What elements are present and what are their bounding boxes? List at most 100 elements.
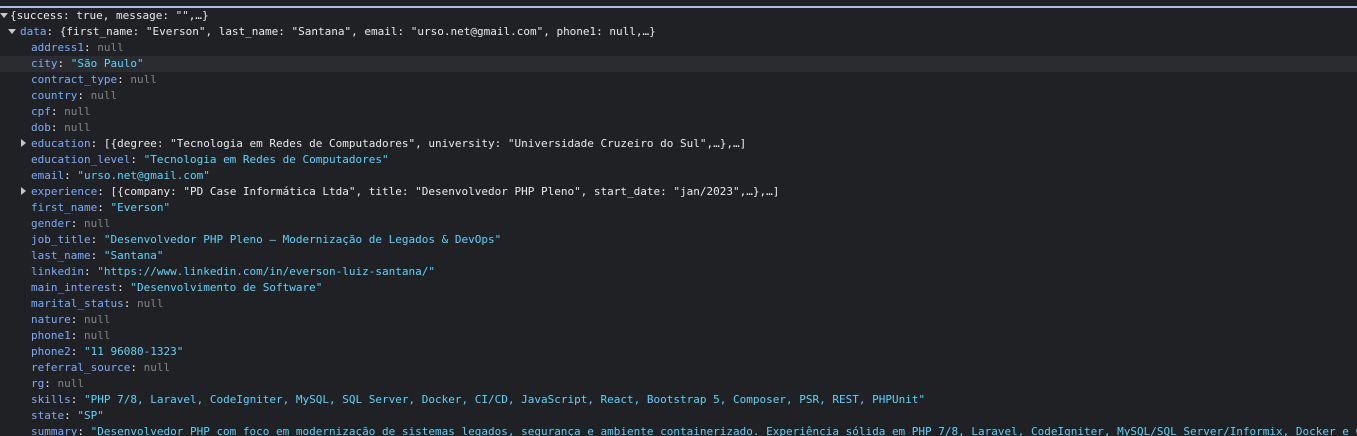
property-value: "SP": [77, 409, 104, 422]
property-value: null: [97, 41, 124, 54]
property-row-nature[interactable]: nature: null: [0, 312, 1357, 328]
data-key: data: [20, 25, 47, 38]
property-value: [{degree: "Tecnologia em Redes de Comput…: [103, 137, 747, 150]
property-key: main_interest: [31, 281, 118, 294]
property-key: referral_source: [31, 361, 131, 374]
property-colon: :: [117, 281, 131, 294]
expand-right-icon[interactable]: [21, 139, 26, 147]
property-row-phone2[interactable]: phone2: "11 96080-1323": [0, 344, 1357, 360]
property-row-email[interactable]: email: "urso.net@gmail.com": [0, 168, 1357, 184]
property-value: null: [64, 121, 91, 134]
property-colon: :: [90, 249, 104, 262]
property-row-linkedin[interactable]: linkedin: "https://www.linkedin.com/in/e…: [0, 264, 1357, 280]
property-colon: :: [44, 377, 58, 390]
property-colon: :: [57, 57, 71, 70]
property-colon: :: [83, 265, 98, 278]
property-key: cpf: [31, 105, 51, 118]
property-value: null: [57, 377, 85, 390]
property-row-address1[interactable]: address1: null: [0, 40, 1357, 56]
property-value: null: [64, 105, 91, 118]
property-key: experience: [31, 185, 98, 198]
property-value: null: [130, 73, 157, 86]
property-value: null: [84, 329, 111, 342]
property-colon: :: [50, 121, 65, 134]
property-key: summary: [31, 425, 78, 436]
property-colon: :: [97, 201, 111, 214]
property-key: first_name: [31, 201, 98, 214]
property-value: null: [90, 89, 118, 102]
property-row-skills[interactable]: skills: "PHP 7/8, Laravel, CodeIgniter, …: [0, 392, 1357, 408]
property-colon: :: [90, 137, 104, 150]
property-value: "Santana": [103, 249, 164, 262]
property-key: education: [31, 137, 91, 150]
property-row-city[interactable]: city: "São Paulo": [0, 56, 1357, 72]
property-row-phone1[interactable]: phone1: null: [0, 328, 1357, 344]
property-key: education_level: [31, 153, 131, 166]
property-row-experience[interactable]: experience: [{company: "PD Case Informát…: [0, 184, 1357, 200]
property-colon: :: [123, 297, 137, 310]
property-colon: :: [90, 233, 104, 246]
property-row-contract-type[interactable]: contract_type: null: [0, 72, 1357, 88]
property-row-state[interactable]: state: "SP": [0, 408, 1357, 424]
property-row-first-name[interactable]: first_name: "Everson": [0, 200, 1357, 216]
property-row-cpf[interactable]: cpf: null: [0, 104, 1357, 120]
property-row-dob[interactable]: dob: null: [0, 120, 1357, 136]
property-row-last-name[interactable]: last_name: "Santana": [0, 248, 1357, 264]
property-colon: :: [64, 409, 78, 422]
property-key: dob: [31, 121, 51, 134]
property-colon: :: [117, 73, 131, 86]
property-colon: :: [77, 89, 91, 102]
property-row-main-interest[interactable]: main_interest: "Desenvolvimento de Softw…: [0, 280, 1357, 296]
property-value: null: [136, 297, 164, 310]
property-value: "Desenvolvedor PHP com foco em moderniza…: [90, 425, 1357, 436]
property-value: "https://www.linkedin.com/in/everson-lui…: [97, 265, 435, 278]
property-row-education-level[interactable]: education_level: "Tecnologia em Redes de…: [0, 152, 1357, 168]
property-colon: :: [70, 313, 84, 326]
property-colon: :: [70, 393, 84, 406]
property-value: "PHP 7/8, Laravel, CodeIgniter, MySQL, S…: [84, 393, 926, 406]
data-node[interactable]: data: {first_name: "Everson", last_name:…: [0, 24, 1357, 40]
property-value: "Tecnologia em Redes de Computadores": [143, 153, 389, 166]
property-colon: :: [70, 345, 84, 358]
property-key: nature: [31, 313, 71, 326]
expand-down-icon[interactable]: [8, 28, 16, 34]
property-row-education[interactable]: education: [{degree: "Tecnologia em Rede…: [0, 136, 1357, 152]
property-colon: :: [50, 105, 65, 118]
property-row-country[interactable]: country: null: [0, 88, 1357, 104]
property-key: phone1: [31, 329, 71, 342]
expand-down-icon[interactable]: [0, 12, 8, 18]
property-value: null: [84, 313, 111, 326]
property-key: gender: [31, 217, 71, 230]
root-node[interactable]: {success: true, message: "",…}: [0, 8, 1357, 24]
property-key: contract_type: [31, 73, 118, 86]
property-key: job_title: [31, 233, 91, 246]
property-value: "Desenvolvedor PHP Pleno — Modernização …: [103, 233, 502, 246]
json-viewer: {success: true, message: "",…} data: {fi…: [0, 8, 1357, 436]
property-colon: :: [83, 41, 98, 54]
property-value: "Desenvolvimento de Software": [130, 281, 323, 294]
property-value: null: [84, 217, 111, 230]
property-key: rg: [31, 377, 45, 390]
property-value: [{company: "PD Case Informática Ltda", t…: [110, 185, 780, 198]
property-row-rg[interactable]: rg: null: [0, 376, 1357, 392]
property-key: last_name: [31, 249, 91, 262]
property-value: null: [143, 361, 171, 374]
expand-right-icon[interactable]: [21, 187, 26, 195]
property-value: "11 96080-1323": [84, 345, 184, 358]
property-colon: :: [97, 185, 111, 198]
property-key: marital_status: [31, 297, 124, 310]
property-row-job-title[interactable]: job_title: "Desenvolvedor PHP Pleno — Mo…: [0, 232, 1357, 248]
property-row-gender[interactable]: gender: null: [0, 216, 1357, 232]
property-key: city: [31, 57, 58, 70]
property-key: linkedin: [31, 265, 84, 278]
data-preview: {first_name: "Everson", last_name: "Sant…: [59, 25, 656, 38]
property-colon: :: [70, 329, 84, 342]
property-key: skills: [31, 393, 71, 406]
property-value: "São Paulo": [70, 57, 144, 70]
property-row-summary[interactable]: summary: "Desenvolvedor PHP com foco em …: [0, 424, 1357, 436]
property-key: state: [31, 409, 65, 422]
root-preview: {success: true, message: "",…}: [10, 9, 209, 22]
property-key: address1: [31, 41, 84, 54]
property-row-referral-source[interactable]: referral_source: null: [0, 360, 1357, 376]
property-row-marital-status[interactable]: marital_status: null: [0, 296, 1357, 312]
